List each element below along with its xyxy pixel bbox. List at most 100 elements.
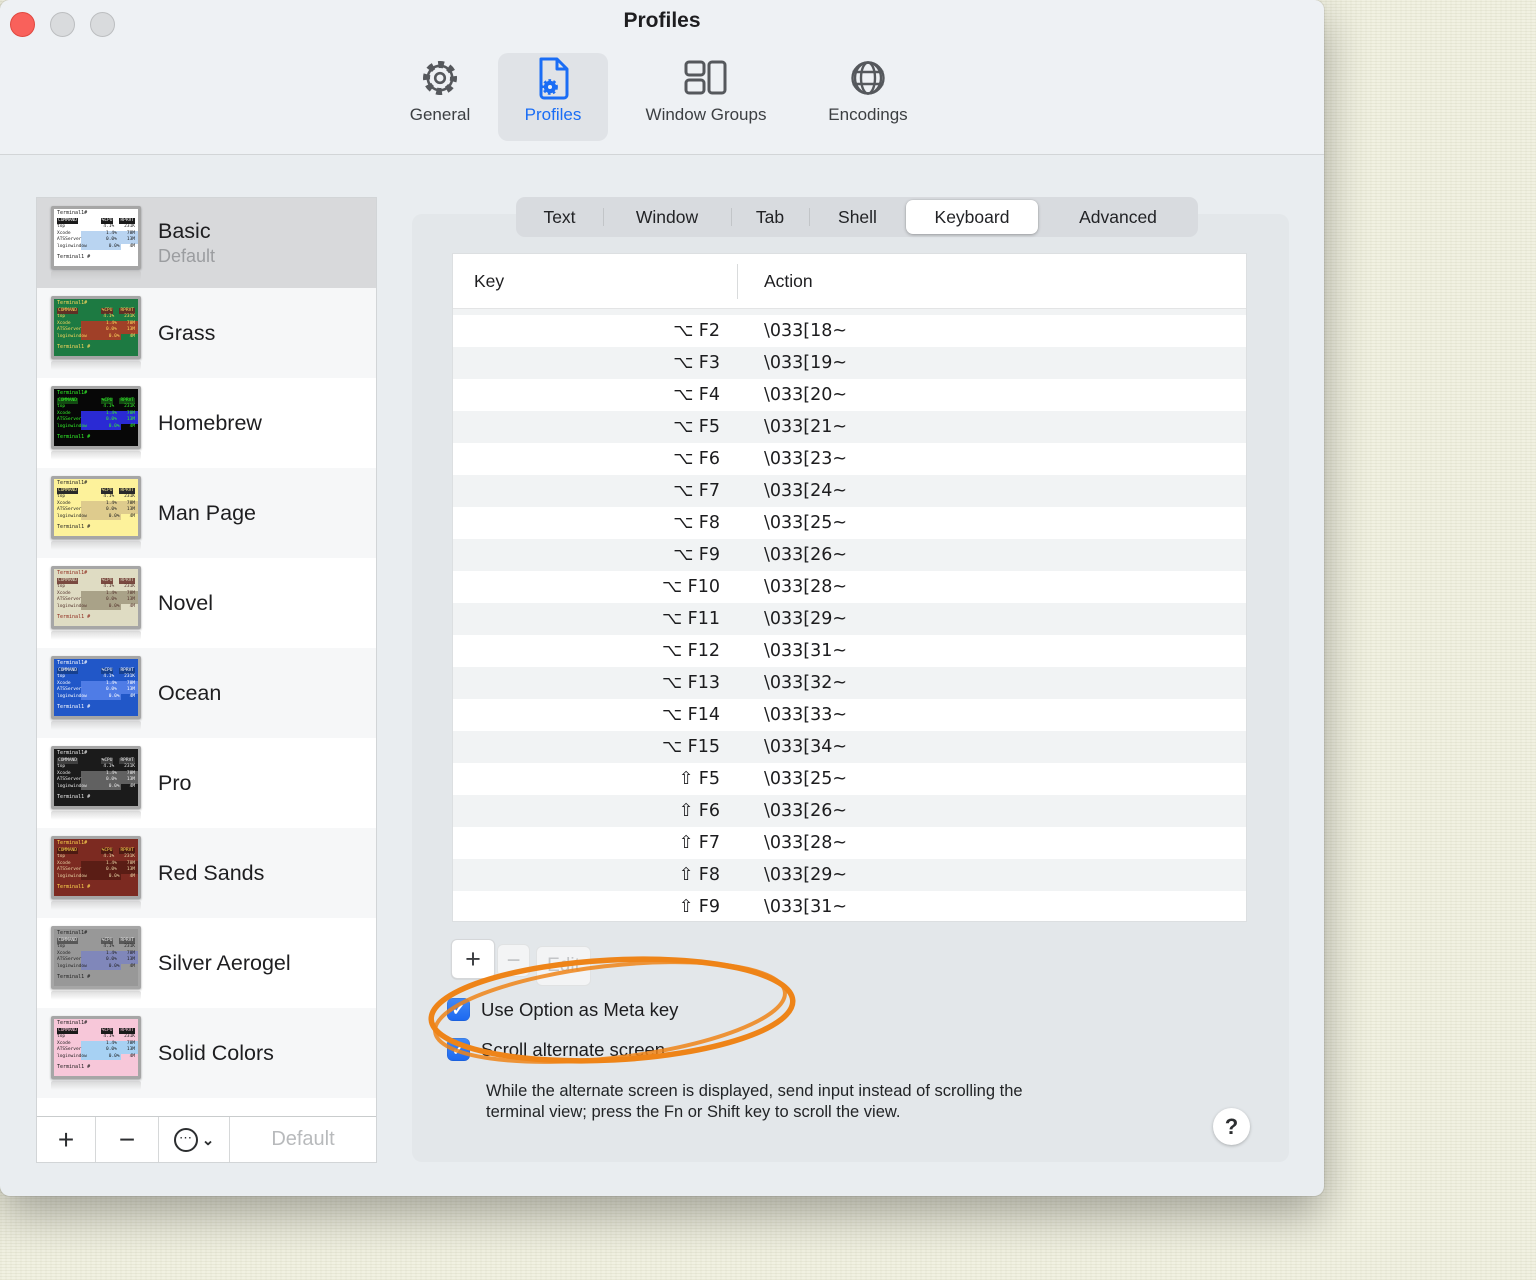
- profile-list-items: Terminal1# COMMAND %CPU RPRVT top 4.1% 231…: [37, 198, 376, 1116]
- toolbar-item-general[interactable]: General: [396, 55, 484, 125]
- key-cell: ⌥ F12: [661, 641, 720, 661]
- profile-list-item-ocean[interactable]: Terminal1# COMMAND %CPU RPRVT top 4.1% 231…: [37, 648, 376, 738]
- profile-list-item-basic[interactable]: Terminal1# COMMAND %CPU RPRVT top 4.1% 231…: [37, 198, 376, 288]
- profile-list-item-man-page[interactable]: Terminal1# COMMAND %CPU RPRVT top 4.1% 231…: [37, 468, 376, 558]
- tab-advanced[interactable]: Advanced: [1038, 200, 1198, 234]
- table-row[interactable]: ⌥ F5 \033[21~: [453, 411, 1246, 443]
- toolbar-item-label: Profiles: [524, 105, 582, 124]
- key-cell: ⇧ F5: [678, 769, 720, 789]
- profile-thumbnail: Terminal1# COMMAND %CPU RPRVT top 4.1% 231…: [51, 1016, 141, 1090]
- terminal-preview-icon: Terminal1# COMMAND %CPU RPRVT top 4.1% 231…: [51, 206, 141, 269]
- column-divider[interactable]: [737, 264, 738, 299]
- profile-list-item-novel[interactable]: Terminal1# COMMAND %CPU RPRVT top 4.1% 231…: [37, 558, 376, 648]
- action-cell: \033[34~: [764, 737, 848, 757]
- profile-subtitle: Default: [158, 246, 216, 266]
- more-actions-button[interactable]: ⋯ ⌄: [159, 1117, 230, 1162]
- key-cell: ⌥ F9: [673, 545, 720, 565]
- toolbar-item-profiles[interactable]: Profiles: [500, 55, 606, 125]
- profile-list-item-silver-aerogel[interactable]: Terminal1# COMMAND %CPU RPRVT top 4.1% 231…: [37, 918, 376, 1008]
- table-row[interactable]: ⌥ F4 \033[20~: [453, 379, 1246, 411]
- key-cell: ⌥ F2: [673, 321, 720, 341]
- terminal-preview-icon: Terminal1# COMMAND %CPU RPRVT top 4.1% 231…: [51, 656, 141, 719]
- profile-thumbnail: Terminal1# COMMAND %CPU RPRVT top 4.1% 231…: [51, 926, 141, 1000]
- action-cell: \033[24~: [764, 481, 848, 501]
- table-row[interactable]: ⇧ F9 \033[31~: [453, 891, 1246, 921]
- profile-thumbnail: Terminal1# COMMAND %CPU RPRVT top 4.1% 231…: [51, 296, 141, 370]
- table-row[interactable]: ⌥ F14 \033[33~: [453, 699, 1246, 731]
- add-profile-button[interactable]: +: [37, 1117, 96, 1162]
- table-row[interactable]: ⌥ F8 \033[25~: [453, 507, 1246, 539]
- table-row[interactable]: ⌥ F3 \033[19~: [453, 347, 1246, 379]
- thumbnail-reflection: [51, 541, 141, 550]
- table-row[interactable]: ⇧ F8 \033[29~: [453, 859, 1246, 891]
- table-row[interactable]: ⌥ F15 \033[34~: [453, 731, 1246, 763]
- action-cell: \033[21~: [764, 417, 848, 437]
- chevron-down-icon: ⌄: [201, 1131, 215, 1149]
- profile-list-item-solid-colors[interactable]: Terminal1# COMMAND %CPU RPRVT top 4.1% 231…: [37, 1008, 376, 1098]
- table-row[interactable]: ⌥ F12 \033[31~: [453, 635, 1246, 667]
- profile-list-item-red-sands[interactable]: Terminal1# COMMAND %CPU RPRVT top 4.1% 231…: [37, 828, 376, 918]
- profile-list-footer: + − ⋯ ⌄ Default: [37, 1116, 376, 1162]
- action-cell: \033[18~: [764, 321, 848, 341]
- toolbar-item-encodings[interactable]: Encodings: [806, 55, 930, 125]
- profile-thumbnail: Terminal1# COMMAND %CPU RPRVT top 4.1% 231…: [51, 386, 141, 460]
- key-cell: ⌥ F4: [673, 385, 720, 405]
- profile-list-item-grass[interactable]: Terminal1# COMMAND %CPU RPRVT top 4.1% 231…: [37, 288, 376, 378]
- thumbnail-reflection: [51, 991, 141, 1000]
- table-row[interactable]: ⇧ F5 \033[25~: [453, 763, 1246, 795]
- tab-keyboard[interactable]: Keyboard: [906, 200, 1038, 234]
- profile-list-item-homebrew[interactable]: Terminal1# COMMAND %CPU RPRVT top 4.1% 231…: [37, 378, 376, 468]
- profile-name: Pro: [158, 770, 192, 795]
- profile-thumbnail: Terminal1# COMMAND %CPU RPRVT top 4.1% 231…: [51, 476, 141, 550]
- action-cell: \033[28~: [764, 833, 848, 853]
- remove-profile-button[interactable]: −: [96, 1117, 159, 1162]
- action-cell: \033[29~: [764, 865, 848, 885]
- table-row[interactable]: ⌥ F2 \033[18~: [453, 315, 1246, 347]
- use-option-as-meta-key-checkbox[interactable]: ✓: [447, 998, 470, 1021]
- action-cell: \033[26~: [764, 545, 848, 565]
- key-cell: ⌥ F11: [661, 609, 720, 629]
- remove-key-button[interactable]: −: [497, 944, 530, 977]
- table-row[interactable]: ⌥ F13 \033[32~: [453, 667, 1246, 699]
- terminal-preview-icon: Terminal1# COMMAND %CPU RPRVT top 4.1% 231…: [51, 566, 141, 629]
- profile-thumbnail: Terminal1# COMMAND %CPU RPRVT top 4.1% 231…: [51, 656, 141, 730]
- table-body: ⌥ F2 \033[18~ ⌥ F3 \033[19~ ⌥ F4 \033[20…: [453, 315, 1246, 921]
- table-row[interactable]: ⌥ F9 \033[26~: [453, 539, 1246, 571]
- thumbnail-reflection: [51, 811, 141, 820]
- set-default-button[interactable]: Default: [230, 1117, 376, 1162]
- toolbar-item-label: Window Groups: [645, 105, 767, 124]
- key-cell: ⌥ F15: [661, 737, 720, 757]
- table-row[interactable]: ⌥ F11 \033[29~: [453, 603, 1246, 635]
- terminal-preview-icon: Terminal1# COMMAND %CPU RPRVT top 4.1% 231…: [51, 746, 141, 809]
- table-row[interactable]: ⇧ F6 \033[26~: [453, 795, 1246, 827]
- toolbar-item-window-groups[interactable]: Window Groups: [622, 55, 790, 125]
- scroll-alternate-screen-checkbox[interactable]: ✓: [447, 1038, 470, 1061]
- key-cell: ⌥ F3: [673, 353, 720, 373]
- add-key-button[interactable]: +: [451, 939, 495, 979]
- terminal-preview-icon: Terminal1# COMMAND %CPU RPRVT top 4.1% 231…: [51, 386, 141, 449]
- tab-shell[interactable]: Shell: [809, 200, 906, 234]
- key-cell: ⇧ F7: [678, 833, 720, 853]
- table-row[interactable]: ⇧ F7 \033[28~: [453, 827, 1246, 859]
- table-row[interactable]: ⌥ F7 \033[24~: [453, 475, 1246, 507]
- toolbar-item-label: Encodings: [828, 105, 908, 124]
- profile-name: Red Sands: [158, 860, 265, 885]
- tab-text[interactable]: Text: [516, 200, 603, 234]
- ellipsis-circle-icon: ⋯: [173, 1127, 198, 1152]
- terminal-preview-icon: Terminal1# COMMAND %CPU RPRVT top 4.1% 231…: [51, 836, 141, 899]
- edit-key-button[interactable]: Edit: [536, 946, 591, 986]
- help-button[interactable]: ?: [1213, 1108, 1250, 1145]
- thumbnail-reflection: [51, 451, 141, 460]
- table-row[interactable]: ⌥ F6 \033[23~: [453, 443, 1246, 475]
- thumbnail-reflection: [51, 721, 141, 730]
- key-cell: ⌥ F8: [673, 513, 720, 533]
- table-row[interactable]: ⌥ F10 \033[28~: [453, 571, 1246, 603]
- key-cell: ⌥ F7: [673, 481, 720, 501]
- profile-list-item-pro[interactable]: Terminal1# COMMAND %CPU RPRVT top 4.1% 231…: [37, 738, 376, 828]
- tab-window[interactable]: Window: [603, 200, 731, 234]
- scroll-alternate-screen-row: ✓ Scroll alternate screen: [447, 1038, 665, 1061]
- profile-name: Solid Colors: [158, 1040, 274, 1065]
- action-cell: \033[19~: [764, 353, 848, 373]
- key-cell: ⌥ F14: [661, 705, 720, 725]
- tab-tab[interactable]: Tab: [731, 200, 809, 234]
